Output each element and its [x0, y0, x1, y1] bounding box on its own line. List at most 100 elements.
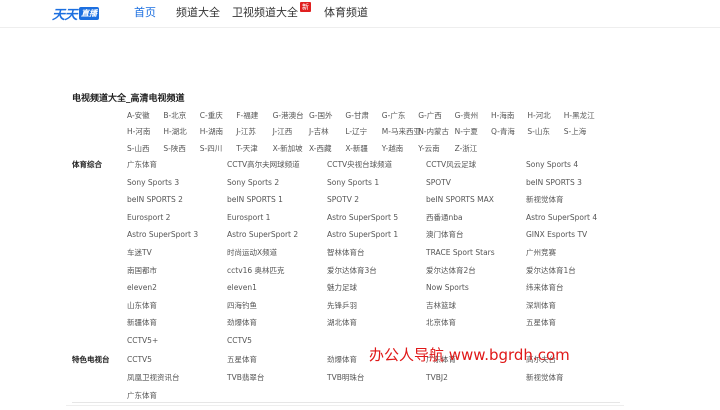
channel-link[interactable]: 湖北体育 [327, 318, 357, 328]
channel-link[interactable]: CCTV风云足球 [426, 160, 476, 170]
channel-link[interactable]: 南国都市 [127, 266, 157, 276]
region-link[interactable]: F-福建 [236, 111, 258, 121]
channel-link[interactable]: Sony Sports 4 [526, 160, 578, 170]
channel-link[interactable]: Now Sports [426, 283, 469, 293]
region-link[interactable]: X-新疆 [345, 144, 367, 154]
channel-link[interactable]: Astro SuperSport 2 [227, 230, 298, 240]
region-link[interactable]: J-江苏 [236, 127, 256, 137]
region-link[interactable]: G-港澳台 [273, 111, 304, 121]
region-link[interactable]: M-马来西亚 [382, 127, 421, 137]
channel-link[interactable]: eleven1 [227, 283, 257, 293]
region-link[interactable]: G-广西 [418, 111, 442, 121]
channel-link[interactable]: Sony Sports 1 [327, 178, 379, 188]
site-logo[interactable]: 天天 直播 [52, 4, 100, 23]
channel-link[interactable]: 五星体育 [526, 318, 556, 328]
channel-link[interactable]: Astro SuperSport 1 [327, 230, 398, 240]
region-link[interactable]: X-西藏 [309, 144, 331, 154]
channel-link[interactable]: CCTV央视台球频道 [327, 160, 392, 170]
region-link[interactable]: Y-越南 [382, 144, 403, 154]
channel-link[interactable]: TRACE Sport Stars [426, 248, 495, 258]
channel-link[interactable]: TVBJ2 [426, 373, 448, 383]
region-link[interactable]: A-安徽 [127, 111, 150, 121]
channel-link[interactable]: 时尚运动X频道 [227, 248, 277, 258]
channel-link[interactable]: CCTV高尔夫网球频道 [227, 160, 300, 170]
channel-link[interactable]: 智林体育台 [327, 248, 365, 258]
channel-link[interactable]: 新疆体育 [127, 318, 157, 328]
channel-link[interactable]: TVB明珠台 [327, 373, 364, 383]
channel-link[interactable]: 劲爆体育 [227, 318, 257, 328]
channel-link[interactable]: 西番通nba [426, 213, 463, 223]
channel-link[interactable]: 四海钓鱼 [227, 301, 257, 311]
channel-link[interactable]: CCTV5 [227, 336, 252, 346]
region-link[interactable]: G-贵州 [455, 111, 479, 121]
nav-sports-channels[interactable]: 体育频道 [324, 0, 368, 28]
channel-link[interactable]: 五星体育 [227, 355, 257, 365]
channel-link[interactable]: 魅力足球 [327, 283, 357, 293]
channel-link[interactable]: Sony Sports 3 [127, 178, 179, 188]
region-link[interactable]: S-上海 [564, 127, 586, 137]
channel-link[interactable]: beIN SPORTS 2 [127, 195, 183, 205]
region-link[interactable]: S-四川 [200, 144, 222, 154]
nav-home[interactable]: 首页 [134, 0, 156, 28]
region-link[interactable]: J-江西 [273, 127, 293, 137]
channel-link[interactable]: beIN SPORTS MAX [426, 195, 494, 205]
channel-link[interactable]: Astro SuperSport 3 [127, 230, 198, 240]
channel-link[interactable]: GINX Esports TV [526, 230, 587, 240]
channel-link[interactable]: cctv16 奥林匹克 [227, 266, 285, 276]
channel-link[interactable]: 先锋乒羽 [327, 301, 357, 311]
region-link[interactable]: H-湖南 [200, 127, 223, 137]
channel-link[interactable]: 深圳体育 [526, 301, 556, 311]
region-link[interactable]: T-天津 [236, 144, 258, 154]
region-link[interactable]: H-河南 [127, 127, 150, 137]
channel-link[interactable]: 澳门体育台 [426, 230, 464, 240]
region-link[interactable]: G-国外 [309, 111, 333, 121]
region-link[interactable]: C-重庆 [200, 111, 223, 121]
channel-link[interactable]: beIN SPORTS 3 [526, 178, 582, 188]
region-link[interactable]: N-内蒙古 [418, 127, 449, 137]
region-link[interactable]: G-甘肃 [345, 111, 369, 121]
region-link[interactable]: H-河北 [527, 111, 550, 121]
region-link[interactable]: Z-浙江 [455, 144, 478, 154]
channel-link[interactable]: Eurosport 2 [127, 213, 170, 223]
channel-link[interactable]: 新视觉体育 [526, 195, 564, 205]
channel-link[interactable]: 山东体育 [127, 301, 157, 311]
channel-link[interactable]: 爱尔达体育3台 [327, 266, 377, 276]
channel-link[interactable]: 广东体育 [127, 391, 157, 401]
region-link[interactable]: H-海南 [491, 111, 514, 121]
region-link[interactable]: Q-青海 [491, 127, 515, 137]
nav-channel-directory[interactable]: 频道大全 [176, 0, 220, 28]
region-link[interactable]: S-山东 [527, 127, 549, 137]
channel-link[interactable]: 广州竞赛 [526, 248, 556, 258]
channel-link[interactable]: Eurosport 1 [227, 213, 270, 223]
region-link[interactable]: H-黑龙江 [564, 111, 595, 121]
channel-link[interactable]: 车迷TV [127, 248, 152, 258]
channel-link[interactable]: 广东体育 [127, 160, 157, 170]
region-link[interactable]: N-宁夏 [455, 127, 478, 137]
channel-link[interactable]: Sony Sports 2 [227, 178, 279, 188]
channel-link[interactable]: 吉林篮球 [426, 301, 456, 311]
channel-link[interactable]: 北京体育 [426, 318, 456, 328]
region-link[interactable]: G-广东 [382, 111, 406, 121]
channel-link[interactable]: 爱尔达体育1台 [526, 266, 576, 276]
channel-link[interactable]: SPOTV 2 [327, 195, 359, 205]
region-link[interactable]: B-北京 [163, 111, 186, 121]
channel-link[interactable]: CCTV5+ [127, 336, 158, 346]
nav-satellite-channels[interactable]: 卫视频道大全 新 [232, 0, 311, 28]
channel-link[interactable]: beIN SPORTS 1 [227, 195, 283, 205]
region-link[interactable]: S-山西 [127, 144, 149, 154]
region-link[interactable]: H-湖北 [163, 127, 186, 137]
channel-link[interactable]: Astro SuperSport 4 [526, 213, 597, 223]
channel-link[interactable]: Astro SuperSport 5 [327, 213, 398, 223]
channel-link[interactable]: 纬来体育台 [526, 283, 564, 293]
channel-link[interactable]: 新视觉体育 [526, 373, 564, 383]
channel-link[interactable]: TVB翡翠台 [227, 373, 264, 383]
channel-link[interactable]: CCTV5 [127, 355, 152, 365]
channel-link[interactable]: 劲爆体育 [327, 355, 357, 365]
channel-link[interactable]: eleven2 [127, 283, 157, 293]
channel-link[interactable]: 凤凰卫视资讯台 [127, 373, 180, 383]
region-link[interactable]: S-陕西 [163, 144, 185, 154]
region-link[interactable]: J-吉林 [309, 127, 329, 137]
region-link[interactable]: Y-云南 [418, 144, 439, 154]
region-link[interactable]: X-新加坡 [273, 144, 303, 154]
channel-link[interactable]: SPOTV [426, 178, 451, 188]
